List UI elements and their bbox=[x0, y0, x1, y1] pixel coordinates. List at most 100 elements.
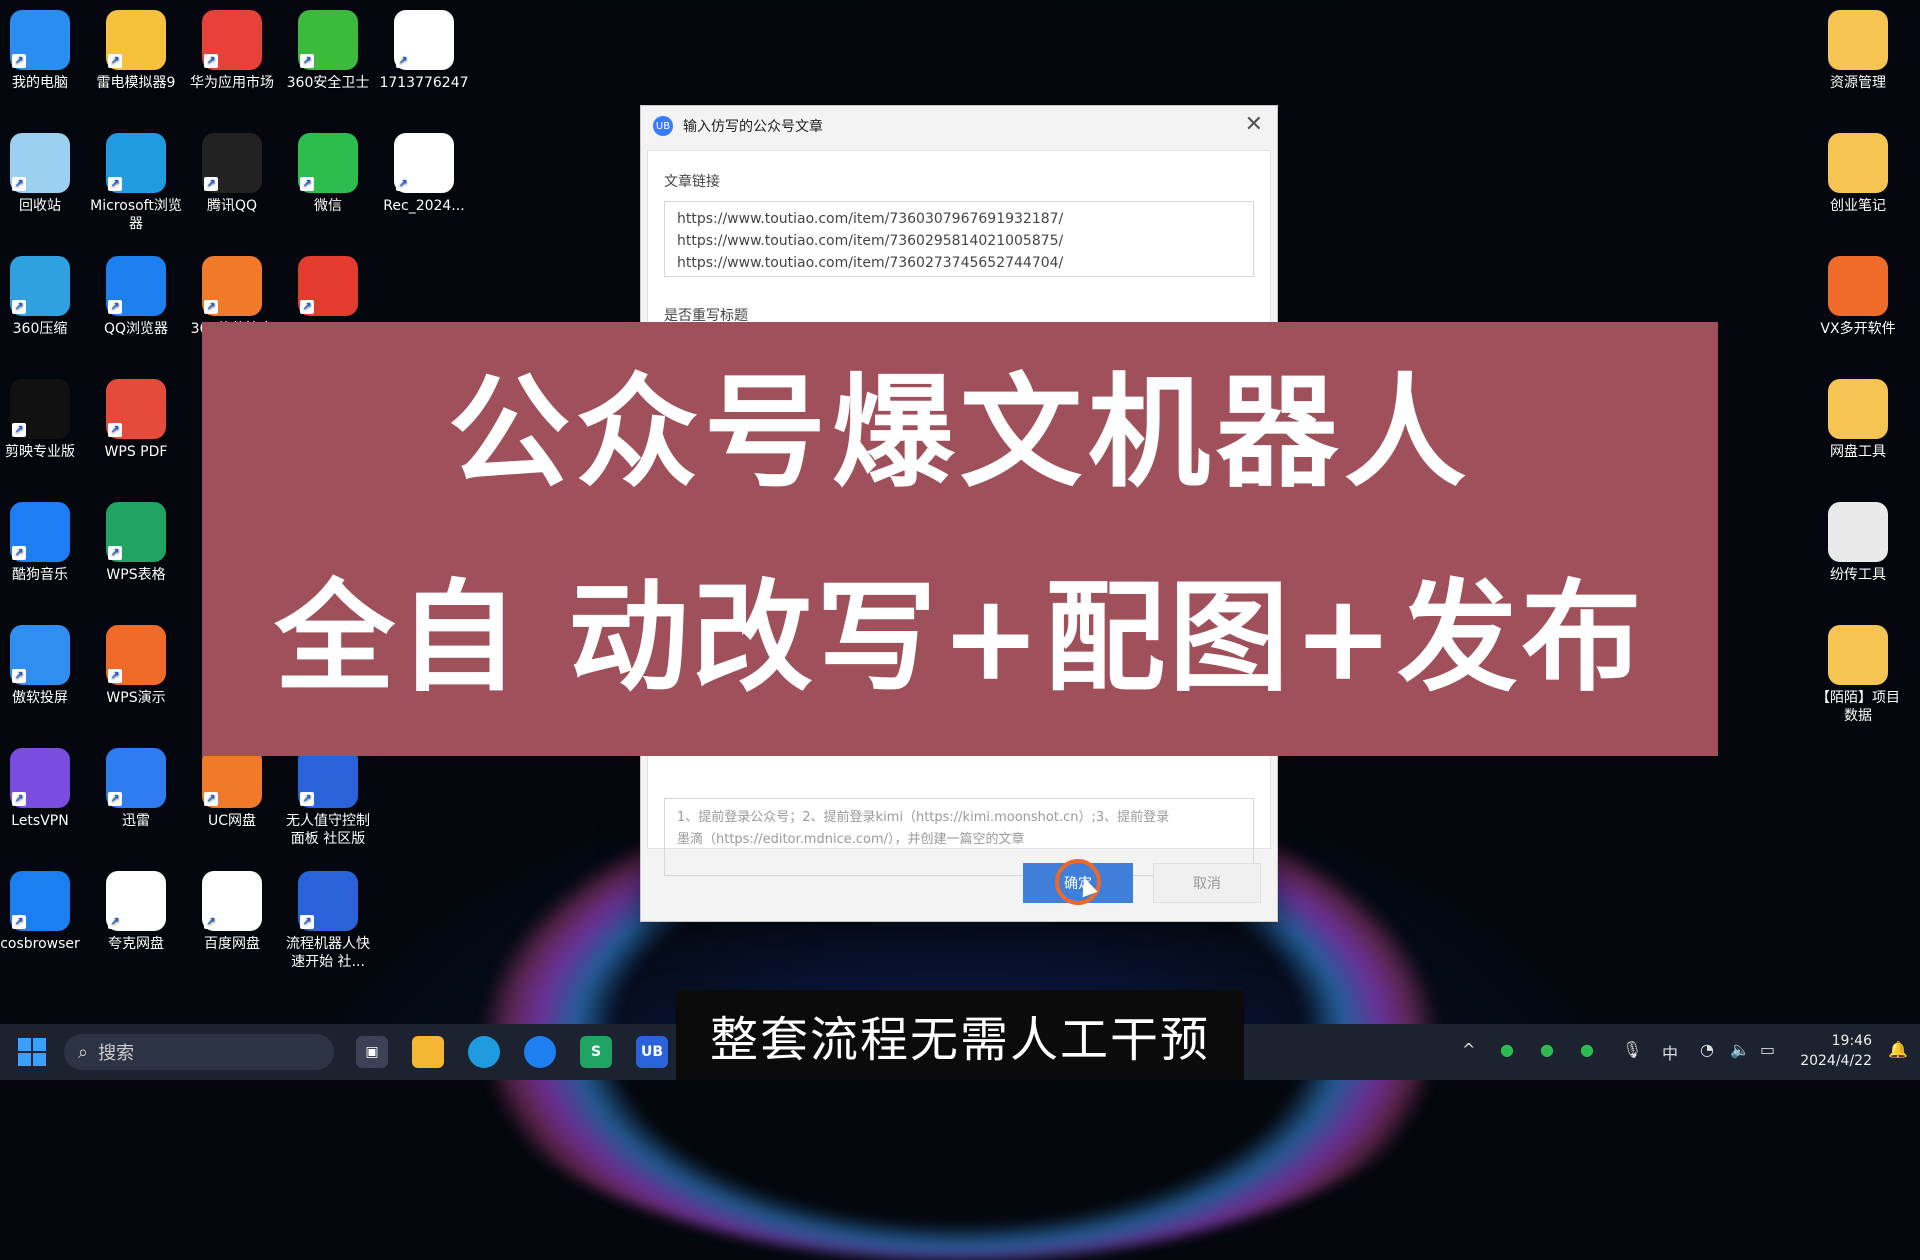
desktop-icon[interactable]: ↗ WPS演示 bbox=[90, 625, 182, 707]
file-explorer-icon[interactable] bbox=[412, 1036, 444, 1068]
desktop-icon[interactable]: ↗ 我的电脑 bbox=[0, 10, 86, 92]
wifi-icon[interactable]: ◔ bbox=[1700, 1040, 1714, 1059]
shortcut-arrow-icon: ↗ bbox=[204, 792, 218, 806]
shortcut-arrow-icon: ↗ bbox=[300, 915, 314, 929]
desktop-icon-label: VX多开软件 bbox=[1820, 321, 1896, 337]
desktop-icon[interactable]: 网盘工具 bbox=[1812, 379, 1904, 461]
desktop-icon-label: 华为应用市场 bbox=[190, 75, 274, 91]
desktop-icon[interactable]: ↗ 腾讯QQ bbox=[186, 133, 278, 215]
shortcut-arrow-icon: ↗ bbox=[12, 546, 26, 560]
shortcut-arrow-icon: ↗ bbox=[12, 54, 26, 68]
apowermirror-icon: ↗ bbox=[10, 625, 70, 685]
folder-icon bbox=[1828, 10, 1888, 70]
desktop-icon[interactable]: ↗ 微信 bbox=[282, 133, 374, 215]
ub-taskbar-icon[interactable]: UB bbox=[636, 1036, 668, 1068]
desktop-icon-label: 酷狗音乐 bbox=[12, 567, 68, 583]
folder-icon bbox=[1828, 133, 1888, 193]
windows-start-icon[interactable] bbox=[18, 1038, 46, 1066]
shortcut-arrow-icon: ↗ bbox=[108, 300, 122, 314]
shortcut-arrow-icon: ↗ bbox=[204, 54, 218, 68]
desktop-icon-label: 【陌陌】项目数据 bbox=[1816, 690, 1900, 724]
desktop-icon-label: 360压缩 bbox=[12, 321, 68, 337]
desktop-icon[interactable]: ↗ WPS表格 bbox=[90, 502, 182, 584]
taskbar-search[interactable]: ⌕ 搜索 bbox=[64, 1034, 334, 1070]
shortcut-arrow-icon: ↗ bbox=[108, 423, 122, 437]
ime-indicator[interactable]: 中 bbox=[1662, 1040, 1678, 1064]
desktop-icon-label: 网盘工具 bbox=[1830, 444, 1886, 460]
fenchuan-icon bbox=[1828, 502, 1888, 562]
shortcut-arrow-icon: ↗ bbox=[204, 300, 218, 314]
notification-icon[interactable]: 🔔 bbox=[1888, 1040, 1908, 1059]
360-security-icon: ↗ bbox=[298, 10, 358, 70]
desktop-icon[interactable]: ↗ 剪映专业版 bbox=[0, 379, 86, 461]
desktop-icon[interactable]: ↗ 华为应用市场 bbox=[186, 10, 278, 92]
cancel-button[interactable]: 取消 bbox=[1153, 863, 1261, 903]
shortcut-arrow-icon: ↗ bbox=[12, 792, 26, 806]
computer-icon: ↗ bbox=[10, 10, 70, 70]
desktop-icon-label: cosbrowser bbox=[0, 936, 80, 952]
desktop-icon[interactable]: ↗ 傲软投屏 bbox=[0, 625, 86, 707]
url-textarea[interactable]: https://www.toutiao.com/item/73603079676… bbox=[664, 201, 1254, 277]
desktop-icon[interactable]: 纷传工具 bbox=[1812, 502, 1904, 584]
shortcut-arrow-icon: ↗ bbox=[12, 300, 26, 314]
folder-icon bbox=[1828, 379, 1888, 439]
desktop-icon-label: LetsVPN bbox=[11, 813, 69, 829]
huawei-appgallery-icon: ↗ bbox=[202, 10, 262, 70]
battery-icon[interactable]: ▭ bbox=[1760, 1040, 1775, 1059]
desktop-icon[interactable]: 【陌陌】项目数据 bbox=[1812, 625, 1904, 725]
desktop-icon[interactable]: VX多开软件 bbox=[1812, 256, 1904, 338]
wps-sheet-taskbar-icon[interactable]: S bbox=[580, 1036, 612, 1068]
shortcut-arrow-icon: ↗ bbox=[300, 177, 314, 191]
banner-line-2: 全自 动改写+配图+发布 bbox=[274, 567, 1646, 708]
desktop-icon[interactable]: ↗ 360压缩 bbox=[0, 256, 86, 338]
dialog-title: 输入仿写的公众号文章 bbox=[683, 119, 823, 135]
wechat-tray-icon[interactable]: ● bbox=[1500, 1040, 1514, 1059]
volume-icon[interactable]: 🔈 bbox=[1730, 1040, 1750, 1059]
desktop-icon[interactable]: ↗ 酷狗音乐 bbox=[0, 502, 86, 584]
microphone-icon[interactable]: 🎙 bbox=[1622, 1040, 1642, 1059]
wps-sheet-icon: ↗ bbox=[106, 502, 166, 562]
edge-taskbar-icon[interactable] bbox=[468, 1036, 500, 1068]
link-label: 文章链接 bbox=[664, 174, 720, 190]
task-view-icon[interactable]: ▣ bbox=[356, 1036, 388, 1068]
desktop-icon[interactable]: ↗ 流程机器人快速开始 社... bbox=[282, 871, 374, 971]
shortcut-arrow-icon: ↗ bbox=[108, 546, 122, 560]
desktop-icon[interactable]: ↗ WPS PDF bbox=[90, 379, 182, 461]
qq-icon: ↗ bbox=[202, 133, 262, 193]
desktop-icon[interactable]: ↗ 百度网盘 bbox=[186, 871, 278, 953]
desktop-icon[interactable]: ↗ 夸克网盘 bbox=[90, 871, 182, 953]
spreadsheet-file-icon: ↗ bbox=[394, 10, 454, 70]
shortcut-arrow-icon: ↗ bbox=[300, 300, 314, 314]
desktop-icon[interactable]: ↗ UC网盘 bbox=[186, 748, 278, 830]
uc-drive-icon: ↗ bbox=[202, 748, 262, 808]
qq-browser-taskbar-icon[interactable] bbox=[524, 1036, 556, 1068]
desktop-icon[interactable]: ↗ Rec_2024... bbox=[378, 133, 470, 215]
desktop-icon-label: 腾讯QQ bbox=[206, 198, 258, 214]
tray-expand-icon[interactable]: ^ bbox=[1462, 1040, 1475, 1059]
close-icon[interactable]: ✕ bbox=[1245, 112, 1263, 137]
wechat-icon: ↗ bbox=[298, 133, 358, 193]
desktop-icon-label: 夸克网盘 bbox=[108, 936, 164, 952]
archive-icon: ↗ bbox=[10, 256, 70, 316]
desktop-icon[interactable]: ↗ QQ浏览器 bbox=[90, 256, 182, 338]
desktop-icon[interactable]: ↗ 雷电模拟器9 bbox=[90, 10, 182, 92]
desktop-icon[interactable]: ↗ 无人值守控制面板 社区版 bbox=[282, 748, 374, 848]
desktop-icon[interactable]: ↗ cosbrowser bbox=[0, 871, 86, 953]
desktop-icon[interactable]: ↗ 迅雷 bbox=[90, 748, 182, 830]
desktop-icon[interactable]: ↗ Microsoft浏览器 bbox=[90, 133, 182, 233]
desktop-icon-label: UC网盘 bbox=[207, 813, 257, 829]
desktop-icon[interactable]: ↗ 1713776247 bbox=[378, 10, 470, 92]
desktop-icon[interactable]: ↗ 回收站 bbox=[0, 133, 86, 215]
wechat-tray-icon[interactable]: ● bbox=[1540, 1040, 1554, 1059]
system-clock[interactable]: 19:46 2024/4/22 bbox=[1800, 1031, 1872, 1071]
shortcut-arrow-icon: ↗ bbox=[204, 915, 218, 929]
desktop-icon[interactable]: 资源管理 bbox=[1812, 10, 1904, 92]
desktop-icon[interactable]: ↗ LetsVPN bbox=[0, 748, 86, 830]
shortcut-arrow-icon: ↗ bbox=[12, 669, 26, 683]
desktop-icon[interactable]: ↗ 360安全卫士 bbox=[282, 10, 374, 92]
desktop-icon-label: 回收站 bbox=[19, 198, 61, 214]
desktop-icon-label: 流程机器人快速开始 社... bbox=[286, 936, 370, 970]
desktop-icon-label: 360安全卫士 bbox=[286, 75, 370, 91]
wechat-tray-icon[interactable]: ● bbox=[1580, 1040, 1594, 1059]
desktop-icon[interactable]: 创业笔记 bbox=[1812, 133, 1904, 215]
